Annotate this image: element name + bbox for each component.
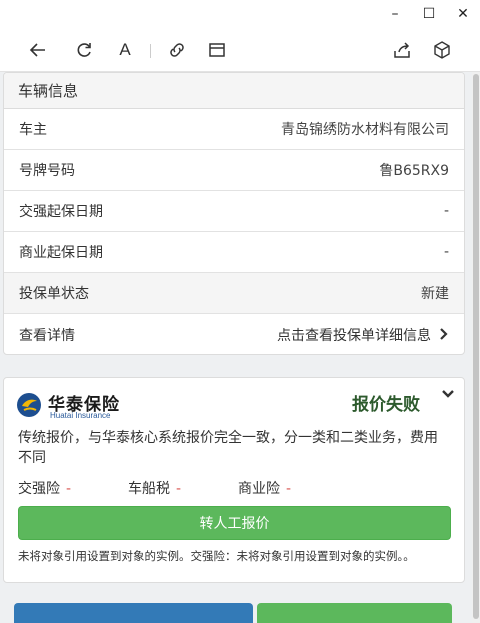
row-label: 商业起保日期 (19, 245, 103, 261)
save-button[interactable] (257, 603, 452, 623)
maximize-button[interactable]: ☐ (412, 0, 446, 28)
row-label: 投保单状态 (19, 286, 89, 302)
fee-summary: 交强险 - 车船税 - 商业险 - (18, 478, 448, 498)
row-label: 车主 (19, 122, 47, 138)
quote-status: 报价失败 (352, 395, 420, 415)
row-label: 号牌号码 (19, 163, 75, 179)
send-button[interactable] (14, 603, 253, 623)
share-icon[interactable] (390, 38, 414, 62)
view-details-row[interactable]: 查看详情 点击查看投保单详细信息 (4, 314, 464, 354)
owner-value: 青岛锦绣防水材料有限公司 (281, 122, 449, 138)
policy-status-value: 新建 (421, 286, 449, 302)
fee-vehicle-tax: 车船税 - (128, 478, 181, 498)
huatai-logo: 华泰保险 Huatai Insurance (16, 388, 126, 422)
policy-status-row: 投保单状态 新建 (4, 273, 464, 314)
manual-quote-button[interactable]: 转人工报价 (18, 506, 451, 540)
logo-subtitle: Huatai Insurance (50, 411, 111, 420)
error-note: 未将对象引用设置到对象的实例。交强险：未将对象引用设置到对象的实例。。 (18, 549, 415, 563)
fee-value: - (286, 481, 292, 497)
minimize-button[interactable]: – (378, 0, 412, 28)
toolbar-separator (150, 44, 151, 58)
commercial-start-value: - (443, 244, 449, 260)
compulsory-start-row: 交强起保日期 - (4, 191, 464, 232)
fee-label: 交强险 (18, 481, 60, 497)
browser-toolbar: A (0, 28, 480, 72)
plate-row: 号牌号码 鲁B65RX9 (4, 150, 464, 191)
row-label: 交强起保日期 (19, 204, 103, 220)
scrollbar-thumb[interactable] (473, 74, 479, 619)
link-icon[interactable] (165, 38, 189, 62)
close-button[interactable]: ✕ (446, 0, 480, 28)
huatai-emblem-icon (17, 393, 41, 417)
row-label: 查看详情 (19, 327, 75, 344)
fee-label: 车船税 (128, 481, 170, 497)
vehicle-info-card: 车辆信息 车主 青岛锦绣防水材料有限公司 号牌号码 鲁B65RX9 交强起保日期… (3, 72, 465, 355)
fee-value: - (176, 481, 182, 497)
title-bar: – ☐ ✕ (0, 0, 480, 28)
fee-label: 商业险 (238, 481, 280, 497)
chevron-right-icon (439, 325, 449, 344)
commercial-start-row: 商业起保日期 - (4, 232, 464, 273)
insurer-description: 传统报价，与华泰核心系统报价完全一致，分一类和二类业务，费用不同 (18, 430, 438, 466)
fee-commercial: 商业险 - (238, 478, 291, 498)
fee-value: - (66, 481, 72, 497)
back-icon[interactable] (26, 38, 50, 62)
vehicle-info-header: 车辆信息 (4, 73, 464, 109)
view-details-text: 点击查看投保单详细信息 (277, 327, 431, 344)
view-details-link[interactable]: 点击查看投保单详细信息 (277, 325, 449, 345)
owner-row: 车主 青岛锦绣防水材料有限公司 (4, 109, 464, 150)
window-icon[interactable] (205, 38, 229, 62)
chevron-down-icon[interactable] (441, 388, 455, 402)
package-icon[interactable] (430, 38, 454, 62)
refresh-icon[interactable] (72, 38, 96, 62)
compulsory-start-value: - (443, 203, 449, 219)
plate-value: 鲁B65RX9 (379, 163, 449, 179)
insurer-card: 华泰保险 Huatai Insurance 报价失败 传统报价，与华泰核心系统报… (3, 377, 465, 583)
font-size-icon[interactable]: A (113, 38, 137, 62)
fee-compulsory: 交强险 - (18, 478, 71, 498)
